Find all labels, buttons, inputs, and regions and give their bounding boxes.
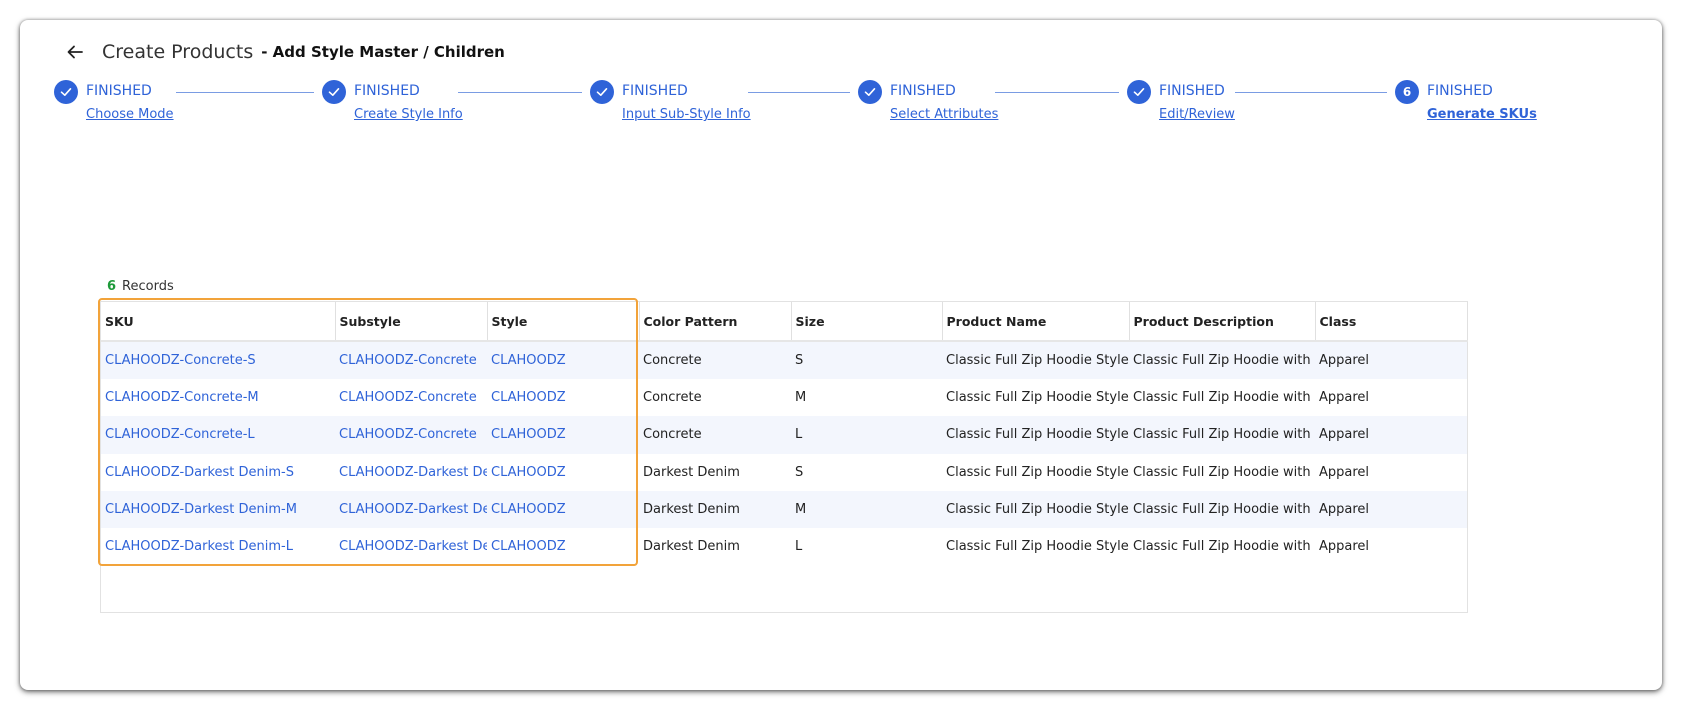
sku-table: SKU Substyle Style Color Pattern Size Pr… bbox=[101, 302, 1468, 565]
product-name-cell: Classic Full Zip Hoodie Style bbox=[942, 490, 1129, 528]
table-row: CLAHOODZ-Darkest Denim-L CLAHOODZ-Darkes… bbox=[101, 528, 1467, 565]
style-link[interactable]: CLAHOODZ bbox=[487, 454, 639, 491]
substyle-link[interactable]: CLAHOODZ-Darkest Den bbox=[335, 528, 487, 565]
color-pattern-cell: Concrete bbox=[639, 341, 791, 380]
style-link[interactable]: CLAHOODZ bbox=[487, 379, 639, 416]
product-description-cell: Classic Full Zip Hoodie with Fle bbox=[1133, 539, 1315, 555]
class-cell: Apparel bbox=[1319, 464, 1370, 480]
column-header-class[interactable]: Class bbox=[1315, 302, 1468, 342]
table-row: CLAHOODZ-Concrete-S CLAHOODZ-Concrete CL… bbox=[101, 341, 1467, 380]
step-connector bbox=[995, 92, 1119, 93]
color-pattern-cell: Concrete bbox=[639, 416, 791, 454]
class-cell: Apparel bbox=[1315, 416, 1467, 454]
step-connector bbox=[176, 92, 314, 93]
size-cell: S bbox=[791, 341, 942, 380]
color-pattern-cell: Darkest Denim bbox=[643, 539, 740, 555]
check-icon bbox=[590, 80, 614, 104]
sku-link[interactable]: CLAHOODZ-Darkest Denim-S bbox=[101, 454, 335, 491]
column-header-sku[interactable]: SKU bbox=[101, 302, 336, 342]
back-button[interactable] bbox=[64, 41, 86, 63]
column-header-style[interactable]: Style bbox=[487, 302, 640, 342]
column-header-substyle[interactable]: Substyle bbox=[335, 302, 488, 342]
size-cell: L bbox=[795, 539, 803, 555]
column-header-size[interactable]: Size bbox=[791, 302, 943, 342]
sku-link[interactable]: CLAHOODZ-Darkest Denim-L bbox=[101, 528, 335, 565]
sku-link[interactable]: CLAHOODZ-Concrete-S bbox=[101, 341, 335, 380]
style-link[interactable]: CLAHOODZ bbox=[487, 490, 639, 528]
color-pattern-cell: Darkest Denim bbox=[639, 490, 791, 528]
page-subtitle: - Add Style Master / Children bbox=[261, 43, 505, 61]
product-name-cell: Classic Full Zip Hoodie Style bbox=[942, 341, 1129, 380]
records-label: Records bbox=[122, 279, 174, 294]
page-header: Create Products - Add Style Master / Chi… bbox=[64, 34, 505, 70]
class-cell: Apparel bbox=[1319, 390, 1370, 406]
step-link-choose-mode[interactable]: Choose Mode bbox=[86, 107, 174, 122]
product-description-cell: Classic Full Zip Hoodie with Fle bbox=[1133, 390, 1315, 406]
product-description-cell: Classic Full Zip Hoodie with Fle bbox=[1133, 464, 1315, 480]
step-connector bbox=[1235, 92, 1387, 93]
step-connector bbox=[748, 92, 850, 93]
records-count: 6 Records bbox=[107, 279, 174, 294]
color-pattern-cell: Concrete bbox=[643, 390, 702, 406]
step-status: FINISHED bbox=[1427, 83, 1493, 99]
product-name-cell: Classic Full Zip Hoodie Style bbox=[946, 390, 1129, 406]
records-count-value: 6 bbox=[107, 279, 117, 294]
class-cell: Apparel bbox=[1319, 539, 1370, 555]
step-status: FINISHED bbox=[1159, 83, 1225, 99]
step-status: FINISHED bbox=[354, 83, 420, 99]
step-status: FINISHED bbox=[890, 83, 956, 99]
table-row: CLAHOODZ-Darkest Denim-S CLAHOODZ-Darkes… bbox=[101, 454, 1467, 491]
size-cell: L bbox=[791, 416, 942, 454]
step-number-badge: 6 bbox=[1395, 80, 1419, 104]
arrow-left-icon bbox=[67, 45, 83, 59]
step-link-select-attributes[interactable]: Select Attributes bbox=[890, 107, 998, 122]
substyle-link[interactable]: CLAHOODZ-Concrete bbox=[335, 416, 487, 454]
class-cell: Apparel bbox=[1315, 341, 1467, 380]
check-icon bbox=[322, 80, 346, 104]
page-title: Create Products bbox=[102, 41, 254, 63]
check-icon bbox=[1127, 80, 1151, 104]
sku-table-container: SKU Substyle Style Color Pattern Size Pr… bbox=[100, 301, 1468, 613]
table-row: CLAHOODZ-Concrete-M CLAHOODZ-Concrete CL… bbox=[101, 379, 1467, 416]
table-row: CLAHOODZ-Darkest Denim-M CLAHOODZ-Darkes… bbox=[101, 490, 1467, 528]
step-link-create-style-info[interactable]: Create Style Info bbox=[354, 107, 463, 122]
check-icon bbox=[858, 80, 882, 104]
table-row: CLAHOODZ-Concrete-L CLAHOODZ-Concrete CL… bbox=[101, 416, 1467, 454]
size-cell: S bbox=[795, 464, 804, 480]
style-link[interactable]: CLAHOODZ bbox=[487, 528, 639, 565]
column-header-color-pattern[interactable]: Color Pattern bbox=[639, 302, 792, 342]
check-icon bbox=[54, 80, 78, 104]
product-name-cell: Classic Full Zip Hoodie Style bbox=[942, 416, 1129, 454]
size-cell: M bbox=[791, 490, 942, 528]
step-connector bbox=[458, 92, 582, 93]
product-description-cell: Classic Full Zip Hoodie with Fle bbox=[1129, 490, 1315, 528]
color-pattern-cell: Darkest Denim bbox=[643, 464, 740, 480]
style-link[interactable]: CLAHOODZ bbox=[487, 416, 639, 454]
class-cell: Apparel bbox=[1315, 490, 1467, 528]
column-header-product-name[interactable]: Product Name bbox=[942, 302, 1130, 342]
product-description-cell: Classic Full Zip Hoodie with Fle bbox=[1129, 416, 1315, 454]
sku-link[interactable]: CLAHOODZ-Concrete-L bbox=[101, 416, 335, 454]
table-header-row: SKU Substyle Style Color Pattern Size Pr… bbox=[101, 302, 1468, 342]
product-name-cell: Classic Full Zip Hoodie Style bbox=[946, 539, 1129, 555]
size-cell: M bbox=[795, 390, 807, 406]
step-link-input-sub-style-info[interactable]: Input Sub-Style Info bbox=[622, 107, 751, 122]
step-link-generate-skus[interactable]: Generate SKUs bbox=[1427, 107, 1537, 122]
create-products-card: Create Products - Add Style Master / Chi… bbox=[20, 20, 1662, 690]
step-status: FINISHED bbox=[86, 83, 152, 99]
product-description-cell: Classic Full Zip Hoodie with Fle bbox=[1129, 341, 1315, 380]
sku-link[interactable]: CLAHOODZ-Darkest Denim-M bbox=[101, 490, 335, 528]
substyle-link[interactable]: CLAHOODZ-Darkest Den bbox=[335, 490, 487, 528]
substyle-link[interactable]: CLAHOODZ-Concrete bbox=[335, 379, 487, 416]
sku-link[interactable]: CLAHOODZ-Concrete-M bbox=[101, 379, 335, 416]
product-name-cell: Classic Full Zip Hoodie Style bbox=[946, 464, 1129, 480]
style-link[interactable]: CLAHOODZ bbox=[487, 341, 639, 380]
step-status: FINISHED bbox=[622, 83, 688, 99]
substyle-link[interactable]: CLAHOODZ-Concrete bbox=[335, 341, 487, 380]
column-header-product-description[interactable]: Product Description bbox=[1129, 302, 1316, 342]
step-link-edit-review[interactable]: Edit/Review bbox=[1159, 107, 1235, 122]
substyle-link[interactable]: CLAHOODZ-Darkest Den bbox=[335, 454, 487, 491]
